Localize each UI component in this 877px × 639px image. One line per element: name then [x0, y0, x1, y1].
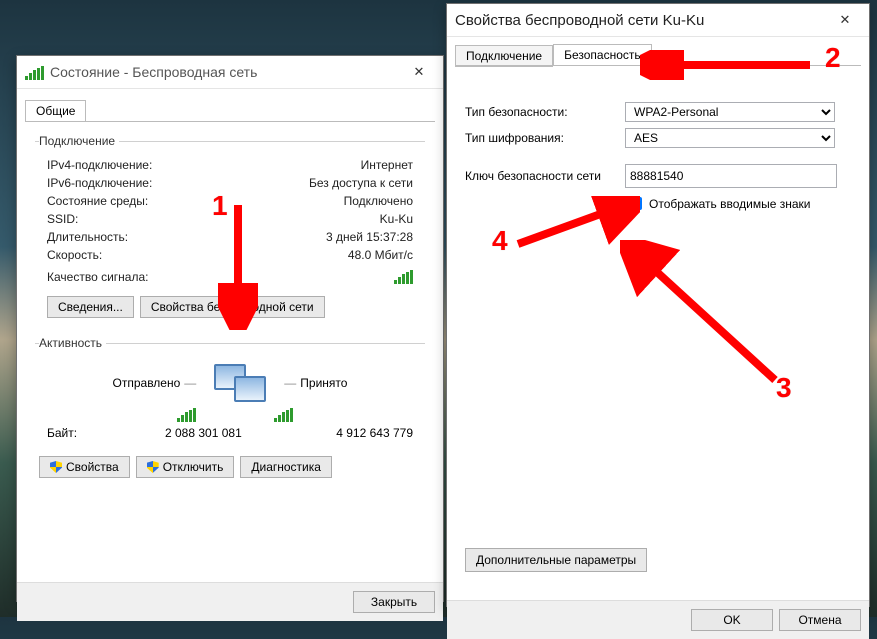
security-type-select[interactable]: WPA2-Personal — [625, 102, 835, 122]
wireless-properties-button[interactable]: Свойства беспроводной сети — [140, 296, 325, 318]
diagnose-button[interactable]: Диагностика — [240, 456, 332, 478]
encryption-type-select[interactable]: AES — [625, 128, 835, 148]
details-button[interactable]: Сведения... — [47, 296, 134, 318]
wireless-properties-window: Свойства беспроводной сети Ku-Ku ✕ Подкл… — [446, 3, 870, 607]
connection-legend: Подключение — [39, 134, 119, 148]
security-panel: Тип безопасности: WPA2-Personal Тип шифр… — [455, 65, 861, 600]
status-tabs: Общие — [17, 89, 443, 121]
wprops-tabs: Подключение Безопасность — [447, 37, 869, 65]
recv-signal-icon — [274, 408, 293, 422]
activity-visual: Отправлено — — Принято — [39, 362, 421, 404]
network-icon — [210, 362, 270, 404]
ssid-value: Ku-Ku — [380, 212, 413, 226]
properties-button[interactable]: Свойства — [39, 456, 130, 478]
received-label: Принято — [300, 376, 347, 390]
signal-label: Качество сигнала: — [47, 270, 148, 284]
ipv6-label: IPv6-подключение: — [47, 176, 152, 190]
media-label: Состояние среды: — [47, 194, 148, 208]
disable-button[interactable]: Отключить — [136, 456, 235, 478]
ok-button[interactable]: OK — [691, 609, 773, 631]
wifi-icon — [25, 66, 44, 80]
ssid-label: SSID: — [47, 212, 78, 226]
sent-signal-icon — [177, 408, 196, 422]
tab-connection[interactable]: Подключение — [455, 45, 553, 67]
activity-legend: Активность — [39, 336, 106, 350]
wprops-titlebar: Свойства беспроводной сети Ku-Ku ✕ — [447, 4, 869, 37]
network-key-input[interactable] — [625, 164, 837, 188]
speed-value: 48.0 Мбит/с — [348, 248, 413, 262]
advanced-settings-button[interactable]: Дополнительные параметры — [465, 548, 647, 572]
tab-general[interactable]: Общие — [25, 100, 86, 122]
status-footer: Закрыть — [17, 582, 443, 621]
cancel-button[interactable]: Отмена — [779, 609, 861, 631]
media-value: Подключено — [344, 194, 413, 208]
show-characters-checkbox[interactable] — [629, 197, 642, 210]
sectype-label: Тип безопасности: — [465, 105, 615, 119]
ipv6-value: Без доступа к сети — [309, 176, 413, 190]
wprops-title: Свойства беспроводной сети Ku-Ku — [455, 12, 825, 29]
ipv4-value: Интернет — [361, 158, 413, 172]
activity-group: Активность Отправлено — — Принято Байт: … — [35, 336, 425, 444]
connection-group: Подключение IPv4-подключение: Интернет IP… — [35, 134, 425, 322]
signal-quality-icon — [394, 270, 413, 284]
status-tab-panel: Подключение IPv4-подключение: Интернет IP… — [25, 121, 435, 582]
key-label: Ключ безопасности сети — [465, 169, 615, 183]
bytes-sent-value: 2 088 301 081 — [165, 426, 242, 440]
close-icon[interactable]: ✕ — [825, 8, 865, 32]
close-icon[interactable]: ✕ — [399, 60, 439, 84]
tab-security[interactable]: Безопасность — [553, 44, 652, 66]
speed-label: Скорость: — [47, 248, 102, 262]
bytes-received-value: 4 912 643 779 — [336, 426, 413, 440]
status-window: Состояние - Беспроводная сеть ✕ Общие По… — [16, 55, 444, 602]
enctype-label: Тип шифрования: — [465, 131, 615, 145]
close-button[interactable]: Закрыть — [353, 591, 435, 613]
duration-label: Длительность: — [47, 230, 128, 244]
show-characters-label: Отображать вводимые знаки — [649, 197, 810, 211]
duration-value: 3 дней 15:37:28 — [326, 230, 413, 244]
status-title: Состояние - Беспроводная сеть — [50, 64, 399, 80]
status-titlebar: Состояние - Беспроводная сеть ✕ — [17, 56, 443, 89]
wprops-footer: OK Отмена — [447, 600, 869, 639]
bytes-label: Байт: — [47, 426, 77, 440]
sent-label: Отправлено — [113, 376, 181, 390]
ipv4-label: IPv4-подключение: — [47, 158, 152, 172]
